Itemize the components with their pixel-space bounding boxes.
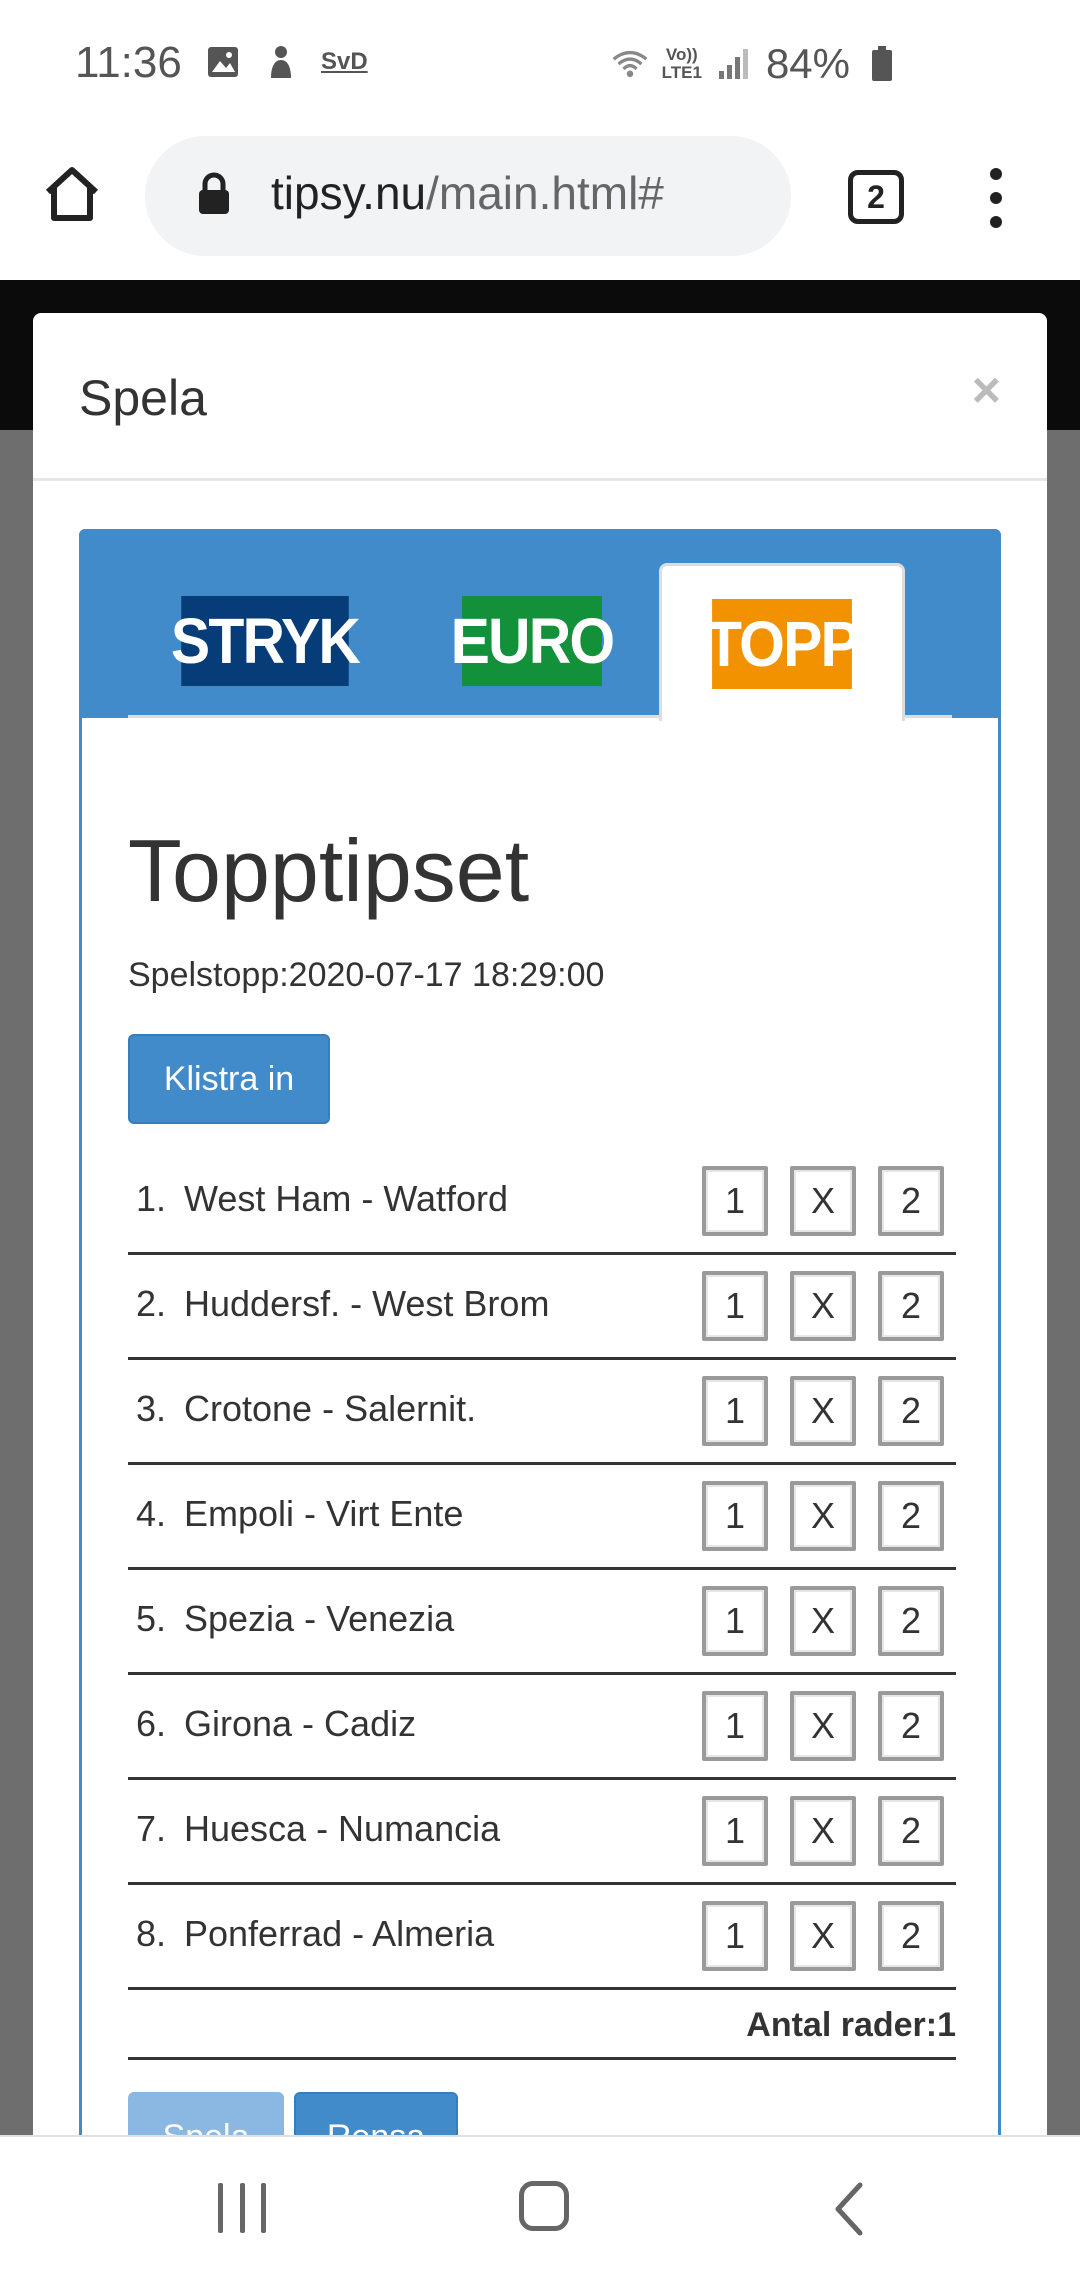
status-left-icons: SvD <box>205 44 368 80</box>
option-1-button[interactable]: 1 <box>702 1166 768 1236</box>
paste-button[interactable]: Klistra in <box>128 1034 330 1124</box>
option-2-button[interactable]: 2 <box>878 1586 944 1656</box>
topp-logo: TOPP <box>706 598 860 689</box>
match-row: 5. Spezia - Venezia 1 X 2 <box>128 1570 956 1675</box>
match-name: Girona - Cadiz <box>184 1703 417 1744</box>
status-bar: 11:36 SvD Vo)) LTE1 84% <box>0 0 1080 132</box>
volte-bottom-label: LTE1 <box>661 63 702 82</box>
option-1-button[interactable]: 1 <box>702 1691 768 1761</box>
play-modal: Spela × STRYK EURO TOPP Topptipset Spels… <box>33 313 1047 2135</box>
match-number: 4. <box>136 1493 167 1534</box>
option-1-button[interactable]: 1 <box>702 1901 768 1971</box>
close-icon[interactable]: × <box>972 361 1001 419</box>
match-name: Spezia - Venezia <box>184 1598 455 1639</box>
option-1-button[interactable]: 1 <box>702 1481 768 1551</box>
match-name: Huesca - Numancia <box>184 1808 501 1849</box>
option-x-button[interactable]: X <box>790 1691 856 1761</box>
url-path: /main.html# <box>426 167 664 219</box>
signal-icon <box>716 46 752 82</box>
game-tabs: STRYK EURO TOPP <box>82 532 998 721</box>
url-text: tipsy.nu/main.html# <box>271 166 664 220</box>
euro-logo: EURO <box>451 596 615 686</box>
tab-euro[interactable]: EURO <box>451 596 615 686</box>
option-2-button[interactable]: 2 <box>878 1376 944 1446</box>
match-number: 3. <box>136 1388 167 1429</box>
match-row: 3. Crotone - Salernit. 1 X 2 <box>128 1360 956 1465</box>
option-2-button[interactable]: 2 <box>878 1481 944 1551</box>
option-2-button[interactable]: 2 <box>878 1901 944 1971</box>
status-time: 11:36 <box>75 38 182 87</box>
battery-percent: 84% <box>765 40 850 87</box>
option-x-button[interactable]: X <box>790 1586 856 1656</box>
battery-icon <box>864 46 900 82</box>
match-row: 7. Huesca - Numancia 1 X 2 <box>128 1780 956 1885</box>
touch-icon <box>263 44 299 80</box>
wifi-icon <box>612 46 648 82</box>
match-number: 8. <box>136 1913 167 1954</box>
option-1-button[interactable]: 1 <box>702 1271 768 1341</box>
option-x-button[interactable]: X <box>790 1796 856 1866</box>
match-row: 8. Ponferrad - Almeria 1 X 2 <box>128 1885 956 1990</box>
option-2-button[interactable]: 2 <box>878 1796 944 1866</box>
match-number: 7. <box>136 1808 167 1849</box>
match-list: 1. West Ham - Watford 1 X 2 2. Huddersf.… <box>128 1150 956 1990</box>
stryk-logo: STRYK <box>171 596 361 686</box>
option-x-button[interactable]: X <box>790 1901 856 1971</box>
option-x-button[interactable]: X <box>790 1481 856 1551</box>
match-name: Empoli - Virt Ente <box>184 1493 464 1534</box>
tab-stryk[interactable]: STRYK <box>171 596 361 686</box>
option-1-button[interactable]: 1 <box>702 1586 768 1656</box>
volte-top-label: Vo)) <box>665 45 698 64</box>
option-2-button[interactable]: 2 <box>878 1166 944 1236</box>
back-icon[interactable] <box>826 2181 874 2237</box>
volte-icon: Vo)) LTE1 <box>662 46 702 82</box>
system-nav-bar <box>0 2135 1080 2280</box>
match-row: 2. Huddersf. - West Brom 1 X 2 <box>128 1255 956 1360</box>
svd-app-icon: SvD <box>321 48 368 75</box>
game-panel: STRYK EURO TOPP Topptipset Spelstopp:202… <box>79 529 1001 2135</box>
more-menu-icon[interactable] <box>982 168 1010 228</box>
match-number: 5. <box>136 1598 167 1639</box>
option-1-button[interactable]: 1 <box>702 1796 768 1866</box>
recents-icon[interactable] <box>218 2183 266 2233</box>
rows-count: Antal rader:1 <box>128 1994 956 2060</box>
home-nav-icon[interactable] <box>519 2181 569 2231</box>
match-name: West Ham - Watford <box>184 1178 509 1219</box>
option-2-button[interactable]: 2 <box>878 1271 944 1341</box>
match-number: 6. <box>136 1703 167 1744</box>
url-bar[interactable]: tipsy.nu/main.html# <box>145 136 791 256</box>
lock-icon <box>197 172 231 216</box>
deadline-text: Spelstopp:2020-07-17 18:29:00 <box>128 956 605 994</box>
match-name: Ponferrad - Almeria <box>184 1913 495 1954</box>
option-1-button[interactable]: 1 <box>702 1376 768 1446</box>
image-icon <box>205 44 241 80</box>
url-host: tipsy.nu <box>271 167 427 219</box>
modal-header: Spela × <box>33 313 1047 481</box>
option-x-button[interactable]: X <box>790 1376 856 1446</box>
modal-title: Spela <box>79 370 207 426</box>
option-2-button[interactable]: 2 <box>878 1691 944 1761</box>
match-name: Huddersf. - West Brom <box>184 1283 550 1324</box>
play-button[interactable]: Spela <box>128 2092 284 2135</box>
home-icon[interactable] <box>40 162 104 226</box>
option-x-button[interactable]: X <box>790 1271 856 1341</box>
tab-switcher-button[interactable]: 2 <box>848 170 904 224</box>
clear-button[interactable]: Rensa <box>294 2092 458 2135</box>
option-x-button[interactable]: X <box>790 1166 856 1236</box>
game-title: Topptipset <box>128 821 530 920</box>
match-row: 6. Girona - Cadiz 1 X 2 <box>128 1675 956 1780</box>
match-number: 1. <box>136 1178 167 1219</box>
match-row: 1. West Ham - Watford 1 X 2 <box>128 1150 956 1255</box>
match-number: 2. <box>136 1283 167 1324</box>
match-name: Crotone - Salernit. <box>184 1388 477 1429</box>
tab-topp[interactable]: TOPP <box>659 563 905 721</box>
status-right-icons: Vo)) LTE1 84% <box>612 40 900 88</box>
match-row: 4. Empoli - Virt Ente 1 X 2 <box>128 1465 956 1570</box>
